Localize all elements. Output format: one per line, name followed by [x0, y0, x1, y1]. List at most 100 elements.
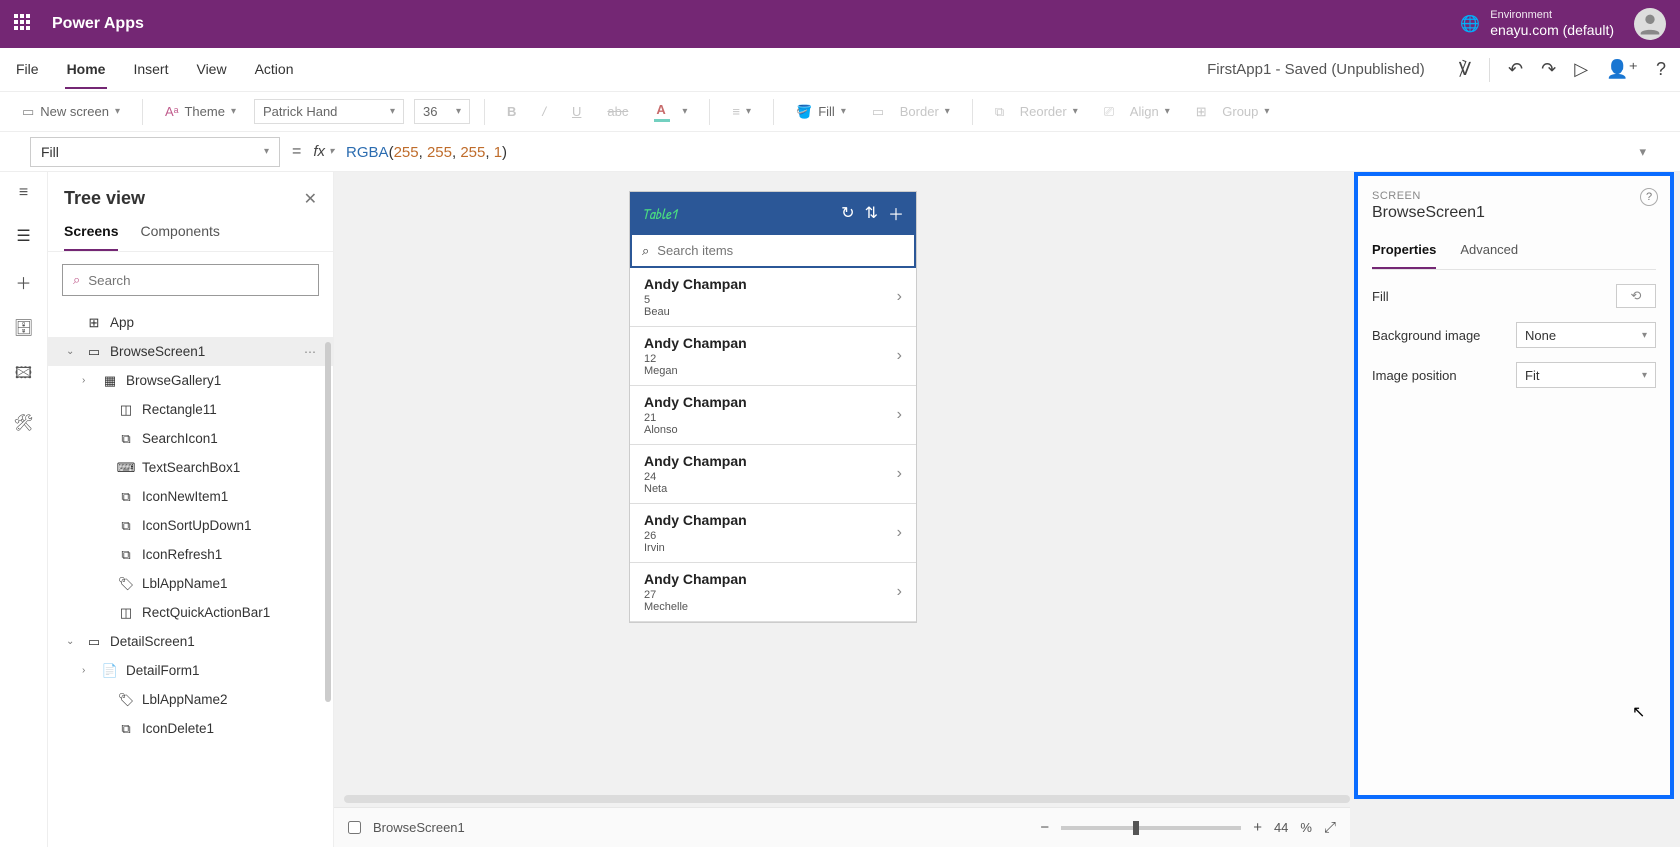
- search-icon: ⌕: [73, 272, 80, 288]
- tree-scrollbar[interactable]: [325, 342, 331, 702]
- tree-node-IconNewItem1[interactable]: ⧉IconNewItem1: [48, 482, 333, 511]
- list-item[interactable]: Andy Champan26Irvin›: [630, 504, 916, 563]
- menu-action[interactable]: Action: [253, 51, 296, 89]
- panel-help-icon[interactable]: ?: [1640, 188, 1658, 206]
- menu-insert[interactable]: Insert: [131, 51, 170, 89]
- list-item[interactable]: Andy Champan24Neta›: [630, 445, 916, 504]
- fx-button[interactable]: fx▾: [313, 143, 334, 160]
- reorder-button[interactable]: ⧉ Reorder▾: [987, 100, 1086, 124]
- property-selector[interactable]: Fill▾: [30, 137, 280, 167]
- tree-node-TextSearchBox1[interactable]: ⌨TextSearchBox1: [48, 453, 333, 482]
- item-name: Andy Champan: [644, 453, 897, 469]
- preview-search-input[interactable]: [657, 243, 904, 258]
- image-position-select[interactable]: Fit▾: [1516, 362, 1656, 388]
- phone-preview: Table1 ↻ ⇅ ＋ ⌕ Andy Champan5Beau›Andy Ch…: [630, 192, 916, 622]
- tab-components[interactable]: Components: [140, 217, 219, 251]
- waffle-icon[interactable]: [14, 14, 34, 34]
- data-icon[interactable]: 🗄: [13, 318, 33, 338]
- font-color-button[interactable]: ▾: [646, 100, 695, 124]
- italic-button[interactable]: /: [534, 100, 554, 123]
- user-avatar[interactable]: [1634, 8, 1666, 40]
- tree-node-LblAppName1[interactable]: 🏷LblAppName1: [48, 569, 333, 598]
- zoom-out-button[interactable]: −: [1040, 819, 1049, 836]
- item-num: 27: [644, 589, 897, 601]
- tree-node-Rectangle11[interactable]: ◫Rectangle11: [48, 395, 333, 424]
- new-screen-button[interactable]: ▭New screen▾: [14, 100, 128, 124]
- group-button[interactable]: ⊞ Group▾: [1188, 100, 1278, 124]
- fill-button[interactable]: 🪣Fill▾: [788, 100, 854, 124]
- tab-screens[interactable]: Screens: [64, 217, 118, 251]
- menu-file[interactable]: File: [14, 51, 41, 89]
- tree-node-RectQuickActionBar1[interactable]: ◫RectQuickActionBar1: [48, 598, 333, 627]
- tree-node-DetailScreen1[interactable]: ⌄▭DetailScreen1: [48, 627, 333, 656]
- undo-icon[interactable]: ↶: [1508, 59, 1523, 80]
- app-icon: ⊞: [86, 316, 102, 330]
- selection-type: SCREEN: [1372, 190, 1656, 202]
- more-icon[interactable]: ⋯: [304, 345, 323, 359]
- formula-expand-icon[interactable]: ▾: [1639, 144, 1666, 160]
- preview-search[interactable]: ⌕: [630, 234, 916, 268]
- text-align-button[interactable]: ≡ ▾: [724, 100, 759, 123]
- tree-node-label: LblAppName1: [142, 576, 228, 591]
- app-checker-icon[interactable]: ℣: [1459, 59, 1471, 80]
- screen-checkbox[interactable]: [348, 821, 361, 834]
- font-size-picker[interactable]: 36▾: [414, 99, 470, 124]
- sort-icon[interactable]: ⇅: [865, 203, 878, 223]
- media-icon[interactable]: 🖾: [15, 362, 32, 389]
- canvas-scrollbar[interactable]: [344, 795, 1350, 803]
- tree-search[interactable]: ⌕: [62, 264, 319, 296]
- tree-search-input[interactable]: [88, 273, 308, 288]
- underline-button[interactable]: U: [564, 100, 589, 123]
- close-icon[interactable]: ✕: [304, 189, 317, 209]
- add-icon[interactable]: ＋: [888, 201, 904, 225]
- fit-to-window-icon[interactable]: ⤢: [1324, 819, 1336, 836]
- list-item[interactable]: Andy Champan27Mechelle›: [630, 563, 916, 622]
- list-item[interactable]: Andy Champan12Megan›: [630, 327, 916, 386]
- bold-button[interactable]: B: [499, 100, 524, 123]
- list-item[interactable]: Andy Champan21Alonso›: [630, 386, 916, 445]
- tree-view-icon[interactable]: ☰: [16, 226, 30, 246]
- tree-node-IconSortUpDown1[interactable]: ⧉IconSortUpDown1: [48, 511, 333, 540]
- environment-picker[interactable]: 🌐 Environment enayu.com (default): [1460, 9, 1614, 39]
- status-bar: BrowseScreen1 − + 44 % ⤢: [334, 807, 1350, 847]
- tree-node-label: TextSearchBox1: [142, 460, 240, 475]
- border-button[interactable]: ▭ Border▾: [864, 100, 958, 124]
- redo-icon[interactable]: ↷: [1541, 59, 1556, 80]
- menu-view[interactable]: View: [194, 51, 228, 89]
- theme-button[interactable]: AᵃTheme▾: [157, 100, 244, 123]
- tree-node-SearchIcon1[interactable]: ⧉SearchIcon1: [48, 424, 333, 453]
- font-picker[interactable]: Patrick Hand▾: [254, 99, 404, 124]
- save-status: FirstApp1 - Saved (Unpublished): [320, 61, 1435, 78]
- canvas[interactable]: Table1 ↻ ⇅ ＋ ⌕ Andy Champan5Beau›Andy Ch…: [334, 172, 1680, 847]
- tree-node-App[interactable]: ⊞App: [48, 308, 333, 337]
- play-icon[interactable]: ▷: [1574, 59, 1588, 80]
- tree-node-BrowseGallery1[interactable]: ›▦BrowseGallery1: [48, 366, 333, 395]
- tab-advanced[interactable]: Advanced: [1460, 236, 1518, 269]
- zoom-in-button[interactable]: +: [1253, 819, 1262, 836]
- align-button[interactable]: ⎚ Align▾: [1096, 100, 1178, 124]
- zoom-slider[interactable]: [1061, 826, 1241, 830]
- hamburger-icon[interactable]: ≡: [19, 184, 28, 202]
- list-item[interactable]: Andy Champan5Beau›: [630, 268, 916, 327]
- zoom-pct: %: [1300, 820, 1312, 835]
- fill-swatch[interactable]: ⟲: [1616, 284, 1656, 308]
- help-icon[interactable]: ?: [1656, 59, 1666, 80]
- bg-image-select[interactable]: None▾: [1516, 322, 1656, 348]
- formula-expression[interactable]: RGBA(255, 255, 255, 1): [346, 143, 507, 161]
- menu-home[interactable]: Home: [65, 51, 108, 89]
- tree-node-IconRefresh1[interactable]: ⧉IconRefresh1: [48, 540, 333, 569]
- insert-icon[interactable]: ＋: [15, 270, 31, 294]
- item-sub: Alonso: [644, 424, 897, 436]
- tree-node-DetailForm1[interactable]: ›📄DetailForm1: [48, 656, 333, 685]
- ribbon: ▭New screen▾ AᵃTheme▾ Patrick Hand▾ 36▾ …: [0, 92, 1680, 132]
- tree-title: Tree view: [64, 188, 145, 209]
- strike-button[interactable]: abc: [599, 100, 636, 123]
- tree-node-IconDelete1[interactable]: ⧉IconDelete1: [48, 714, 333, 743]
- tree-node-LblAppName2[interactable]: 🏷LblAppName2: [48, 685, 333, 714]
- tab-properties[interactable]: Properties: [1372, 236, 1436, 269]
- share-icon[interactable]: 👤⁺: [1606, 59, 1638, 80]
- refresh-icon[interactable]: ↻: [841, 203, 854, 223]
- tree-node-label: DetailScreen1: [110, 634, 195, 649]
- tools-icon[interactable]: 🛠: [13, 413, 33, 433]
- tree-node-BrowseScreen1[interactable]: ⌄▭BrowseScreen1⋯: [48, 337, 333, 366]
